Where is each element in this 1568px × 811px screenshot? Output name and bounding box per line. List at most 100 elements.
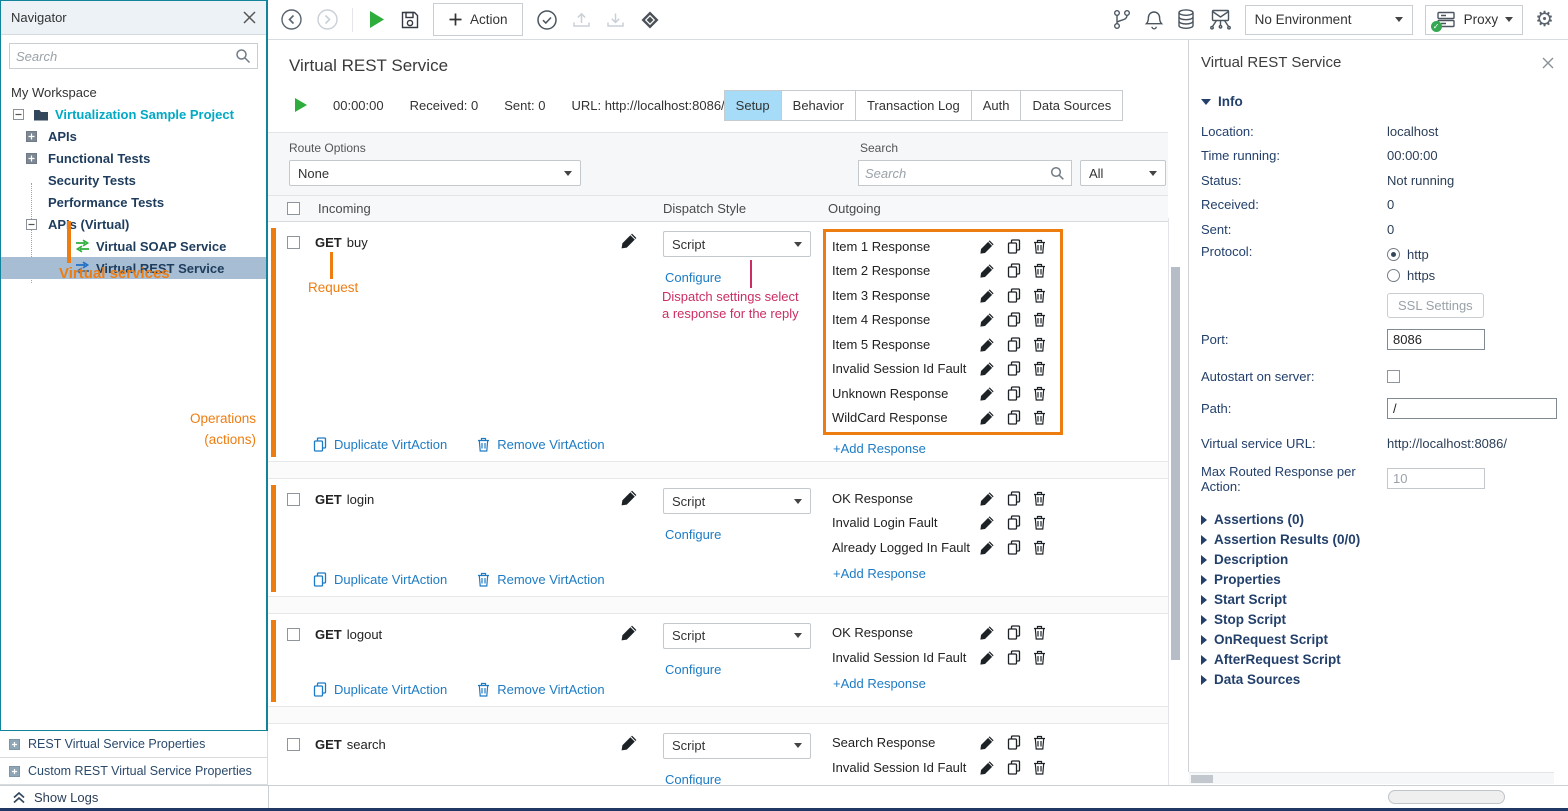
scrollbar-thumb[interactable] [1191, 775, 1213, 783]
readyapi-diamond-icon[interactable] [639, 9, 661, 31]
protocol-https-option[interactable]: https [1387, 265, 1484, 286]
custom-rest-virtual-service-properties-row[interactable]: Custom REST Virtual Service Properties [0, 758, 268, 785]
operation-checkbox[interactable] [287, 493, 300, 506]
section-description[interactable]: Description [1189, 550, 1568, 570]
remove-virtaction-link[interactable]: Remove VirtAction [477, 437, 605, 452]
add-response-link[interactable]: +Add Response [833, 441, 926, 456]
add-response-link[interactable]: +Add Response [833, 676, 926, 691]
max-routed-input[interactable] [1387, 468, 1485, 489]
upload-icon[interactable] [571, 10, 592, 30]
tab-auth[interactable]: Auth [970, 89, 1022, 121]
section-onrequest-script[interactable]: OnRequest Script [1189, 630, 1568, 650]
protocol-http-option[interactable]: http [1387, 244, 1484, 265]
radio-icon[interactable] [1387, 268, 1400, 282]
configure-link[interactable]: Configure [665, 662, 721, 677]
edit-response-icon[interactable] [980, 386, 995, 401]
clone-response-icon[interactable] [1006, 410, 1021, 425]
tab-setup[interactable]: Setup [723, 89, 782, 121]
path-input[interactable] [1387, 398, 1557, 420]
tree-item-apis-virtual[interactable]: APIs (Virtual) [1, 213, 266, 235]
notifications-bell-icon[interactable] [1144, 9, 1164, 31]
delete-response-icon[interactable] [1032, 515, 1047, 530]
tree-item-my-workspace[interactable]: My Workspace [1, 81, 266, 103]
delete-response-icon[interactable] [1032, 625, 1047, 640]
configure-link[interactable]: Configure [665, 772, 721, 786]
edit-response-icon[interactable] [980, 540, 995, 555]
clone-response-icon[interactable] [1006, 312, 1021, 327]
clone-response-icon[interactable] [1006, 650, 1021, 665]
select-all-checkbox[interactable] [287, 202, 300, 215]
editor-vertical-scrollbar[interactable] [1168, 218, 1182, 788]
tree-item-functional-tests[interactable]: Functional Tests [1, 147, 266, 169]
info-section-header[interactable]: Info [1201, 94, 1568, 109]
clone-response-icon[interactable] [1006, 735, 1021, 750]
route-options-select[interactable]: None [289, 160, 581, 186]
tree-item-performance-tests[interactable]: Performance Tests [1, 191, 266, 213]
delete-response-icon[interactable] [1032, 540, 1047, 555]
edit-operation-pencil-icon[interactable] [621, 624, 638, 641]
tree-item-apis[interactable]: APIs [1, 125, 266, 147]
edit-response-icon[interactable] [980, 625, 995, 640]
tree-expand-icon[interactable] [26, 152, 37, 164]
operation-checkbox[interactable] [287, 236, 300, 249]
clone-response-icon[interactable] [1006, 625, 1021, 640]
operation-checkbox[interactable] [287, 737, 300, 751]
clone-response-icon[interactable] [1006, 540, 1021, 555]
edit-operation-pencil-icon[interactable] [621, 734, 638, 751]
clone-response-icon[interactable] [1006, 288, 1021, 303]
edit-response-icon[interactable] [980, 515, 995, 530]
download-icon[interactable] [605, 10, 626, 30]
horizontal-scrollbar-pill[interactable] [1388, 790, 1505, 804]
section-assertion-results-0-0[interactable]: Assertion Results (0/0) [1189, 530, 1568, 550]
delete-response-icon[interactable] [1032, 288, 1047, 303]
dispatch-style-select[interactable]: Script [663, 732, 811, 759]
section-assertions-0[interactable]: Assertions (0) [1189, 510, 1568, 530]
forward-icon[interactable] [316, 8, 339, 31]
dispatch-style-select[interactable]: Script [663, 231, 811, 257]
tab-behavior[interactable]: Behavior [780, 89, 856, 121]
clone-response-icon[interactable] [1006, 515, 1021, 530]
configure-link[interactable]: Configure [665, 270, 721, 285]
edit-response-icon[interactable] [980, 337, 995, 352]
duplicate-virtaction-link[interactable]: Duplicate VirtAction [313, 437, 447, 452]
section-properties[interactable]: Properties [1189, 570, 1568, 590]
tree-expand-icon[interactable] [26, 130, 37, 142]
port-input[interactable] [1387, 329, 1485, 351]
edit-response-icon[interactable] [980, 361, 995, 376]
edit-response-icon[interactable] [980, 491, 995, 506]
dispatch-style-select[interactable]: Script [663, 488, 811, 514]
remove-virtaction-link[interactable]: Remove VirtAction [477, 682, 605, 697]
section-start-script[interactable]: Start Script [1189, 590, 1568, 610]
edit-response-icon[interactable] [980, 735, 995, 750]
tree-collapse-icon[interactable] [26, 218, 37, 230]
clone-response-icon[interactable] [1006, 263, 1021, 278]
save-icon[interactable] [400, 10, 420, 30]
delete-response-icon[interactable] [1032, 386, 1047, 401]
add-action-button[interactable]: Action [433, 3, 523, 36]
inspector-horizontal-scrollbar[interactable] [1189, 772, 1554, 784]
delete-response-icon[interactable] [1032, 263, 1047, 278]
navigator-search-input[interactable] [16, 48, 235, 64]
autostart-checkbox[interactable] [1387, 369, 1400, 383]
clone-response-icon[interactable] [1006, 386, 1021, 401]
duplicate-virtaction-link[interactable]: Duplicate VirtAction [313, 572, 447, 587]
delete-response-icon[interactable] [1032, 239, 1047, 254]
close-icon[interactable] [1542, 57, 1554, 69]
delete-response-icon[interactable] [1032, 410, 1047, 425]
clone-response-icon[interactable] [1006, 361, 1021, 376]
branch-icon[interactable] [1111, 8, 1132, 31]
edit-operation-pencil-icon[interactable] [621, 489, 638, 506]
gear-icon[interactable]: ⚙ [1535, 9, 1554, 30]
edit-response-icon[interactable] [980, 263, 995, 278]
edit-response-icon[interactable] [980, 288, 995, 303]
start-service-icon[interactable] [295, 98, 307, 112]
section-afterrequest-script[interactable]: AfterRequest Script [1189, 650, 1568, 670]
remove-virtaction-link[interactable]: Remove VirtAction [477, 572, 605, 587]
back-icon[interactable] [280, 8, 303, 31]
delete-response-icon[interactable] [1032, 312, 1047, 327]
rest-virtual-service-properties-row[interactable]: REST Virtual Service Properties [0, 731, 268, 758]
delete-response-icon[interactable] [1032, 760, 1047, 775]
expand-plus-icon[interactable] [9, 738, 20, 750]
database-icon[interactable] [1176, 8, 1196, 31]
virt-server-icon[interactable] [1208, 8, 1233, 31]
